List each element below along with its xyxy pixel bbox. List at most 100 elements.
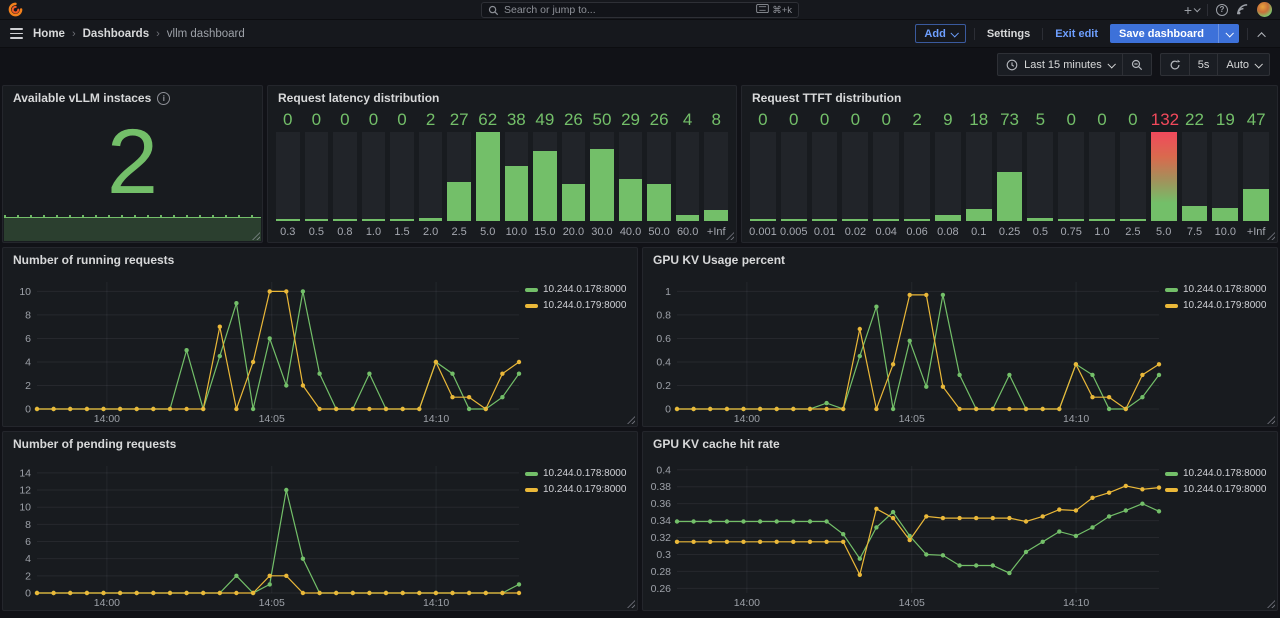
legend-label: 10.244.0.178:8000: [543, 284, 626, 295]
running-requests-plot[interactable]: 024681014:0014:0514:10: [3, 272, 525, 426]
svg-text:0.36: 0.36: [651, 498, 672, 510]
panel-title: GPU KV Usage percent: [653, 253, 785, 267]
legend-item[interactable]: 10.244.0.178:8000: [525, 284, 631, 295]
refresh-button[interactable]: [1161, 54, 1189, 75]
bin-value: 9: [935, 110, 961, 132]
bin-value: 132: [1151, 110, 1177, 132]
bin-value: 22: [1182, 110, 1208, 132]
news-rss-icon[interactable]: [1236, 3, 1249, 16]
panel-title: Number of running requests: [13, 253, 174, 267]
panel-title-bar[interactable]: Number of running requests: [3, 248, 637, 272]
panel-available-instances: Available vLLM instaces i 2: [2, 85, 263, 243]
panel-title: Request latency distribution: [278, 91, 439, 105]
bin-value: 0: [873, 110, 899, 132]
legend-label: 10.244.0.179:8000: [543, 484, 626, 495]
grafana-logo[interactable]: [8, 2, 23, 17]
legend-item[interactable]: 10.244.0.178:8000: [1165, 284, 1271, 295]
legend-item[interactable]: 10.244.0.179:8000: [1165, 300, 1271, 311]
bin-track: [362, 132, 386, 221]
bin-label: 0.8: [333, 221, 357, 238]
bin-label: 0.1: [966, 221, 992, 238]
user-avatar[interactable]: [1257, 2, 1272, 17]
zoom-out-button[interactable]: [1122, 54, 1151, 75]
panel-title-bar[interactable]: Number of pending requests: [3, 432, 637, 456]
legend-label: 10.244.0.178:8000: [543, 468, 626, 479]
divider: [1207, 4, 1208, 16]
svg-text:0.28: 0.28: [651, 566, 672, 578]
bin-fill: [904, 219, 930, 221]
svg-text:0: 0: [25, 404, 31, 416]
bin-label: 60.0: [676, 221, 700, 238]
auto-refresh-dropdown[interactable]: Auto: [1217, 54, 1269, 75]
stat-sparkline: [4, 217, 261, 241]
legend: 10.244.0.178:8000 10.244.0.179:8000: [525, 456, 637, 610]
add-new-button[interactable]: +: [1184, 2, 1199, 18]
legend-marker: [1165, 488, 1178, 492]
panel-title-bar[interactable]: GPU KV cache hit rate: [643, 432, 1277, 456]
bin-value: 27: [447, 110, 471, 132]
legend-item[interactable]: 10.244.0.179:8000: [1165, 484, 1271, 495]
panel-gpu-kv-usage: GPU KV Usage percent 00.20.40.60.8114:00…: [642, 247, 1278, 427]
bin-fill: [1243, 189, 1269, 221]
breadcrumb-dashboards[interactable]: Dashboards: [83, 28, 149, 40]
pending-requests-plot[interactable]: 0246810121414:0014:0514:10: [3, 456, 525, 610]
stat-value: 2: [3, 106, 262, 218]
histogram-bin: 50.5: [1027, 110, 1053, 238]
info-icon[interactable]: i: [157, 92, 170, 105]
breadcrumb-current: vllm dashboard: [167, 28, 245, 40]
menu-hamburger-icon[interactable]: [10, 28, 23, 38]
panel-running-requests: Number of running requests 024681014:001…: [2, 247, 638, 427]
legend-marker: [525, 472, 538, 476]
top-nav: Search or jump to... ⌘+k + ?: [0, 0, 1280, 20]
panel-title-bar[interactable]: Request latency distribution: [268, 86, 736, 110]
save-dashboard-button[interactable]: Save dashboard: [1110, 24, 1239, 43]
histogram-bin: 180.1: [966, 110, 992, 238]
bin-fill: [1058, 219, 1084, 221]
bin-track: [781, 132, 807, 221]
help-icon[interactable]: ?: [1216, 4, 1228, 16]
add-button[interactable]: Add: [915, 24, 965, 43]
svg-text:14:10: 14:10: [423, 597, 449, 609]
save-dashboard-caret[interactable]: [1218, 24, 1239, 43]
bin-fill: [1182, 206, 1208, 221]
hit-rate-plot[interactable]: 0.260.280.30.320.340.360.380.414:0014:05…: [643, 456, 1165, 610]
svg-text:4: 4: [25, 356, 31, 368]
collapse-row-button[interactable]: [1256, 27, 1270, 41]
zoom-out-icon: [1131, 59, 1143, 71]
refresh-interval[interactable]: 5s: [1189, 54, 1218, 75]
histogram-bin: 00.001: [750, 110, 776, 238]
bin-value: 0: [812, 110, 838, 132]
bin-fill: [1212, 208, 1238, 221]
svg-text:14:05: 14:05: [899, 413, 925, 425]
panel-title-bar[interactable]: GPU KV Usage percent: [643, 248, 1277, 272]
histogram-bin: 00.01: [812, 110, 838, 238]
legend-item[interactable]: 10.244.0.178:8000: [525, 468, 631, 479]
legend-item[interactable]: 10.244.0.179:8000: [525, 484, 631, 495]
divider: [1042, 28, 1043, 40]
bin-track: [333, 132, 357, 221]
bin-label: 0.06: [904, 221, 930, 238]
search-input[interactable]: Search or jump to... ⌘+k: [481, 2, 799, 18]
kv-usage-plot[interactable]: 00.20.40.60.8114:0014:0514:10: [643, 272, 1165, 426]
settings-button[interactable]: Settings: [983, 24, 1034, 43]
svg-text:14:05: 14:05: [899, 597, 925, 609]
bin-track: [1212, 132, 1238, 221]
bin-fill: [704, 210, 728, 221]
exit-edit-button[interactable]: Exit edit: [1051, 24, 1102, 43]
svg-text:0.2: 0.2: [656, 380, 671, 392]
svg-text:14: 14: [19, 467, 31, 479]
time-range-picker[interactable]: Last 15 minutes: [998, 54, 1122, 75]
bin-value: 50: [590, 110, 614, 132]
legend-item[interactable]: 10.244.0.179:8000: [525, 300, 631, 311]
legend: 10.244.0.178:8000 10.244.0.179:8000: [1165, 456, 1277, 610]
legend-item[interactable]: 10.244.0.178:8000: [1165, 468, 1271, 479]
panel-title-bar[interactable]: Request TTFT distribution: [742, 86, 1277, 110]
histogram-bin: 1910.0: [1212, 110, 1238, 238]
bin-label: 0.3: [276, 221, 300, 238]
histogram-bin: 20.06: [904, 110, 930, 238]
panel-title: GPU KV cache hit rate: [653, 437, 780, 451]
breadcrumb-home[interactable]: Home: [33, 28, 65, 40]
svg-text:0.26: 0.26: [651, 583, 672, 595]
bin-track: [1182, 132, 1208, 221]
bin-fill: [276, 219, 300, 221]
